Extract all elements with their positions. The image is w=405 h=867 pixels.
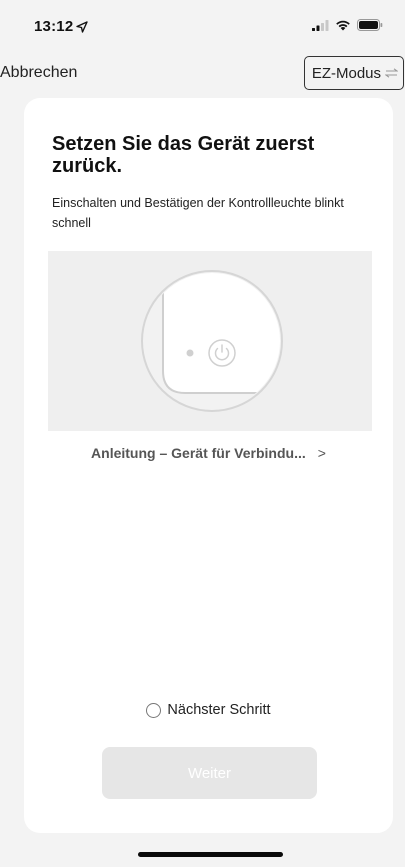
continue-button[interactable]: Weiter	[102, 747, 317, 799]
nav-bar: Abbrechen EZ-Modus	[0, 54, 405, 92]
status-time: 13:12	[34, 18, 89, 35]
next-step-label: Nächster Schritt	[167, 702, 271, 718]
location-arrow-icon	[76, 20, 89, 33]
battery-icon	[357, 19, 383, 31]
guide-link[interactable]: Anleitung – Gerät für Verbindu... >	[24, 445, 393, 461]
home-indicator	[138, 852, 283, 857]
status-indicators	[312, 19, 383, 31]
wifi-icon	[336, 20, 350, 31]
ez-mode-label: EZ-Modus	[311, 64, 381, 82]
cellular-signal-icon	[312, 19, 329, 31]
page-title: Setzen Sie das Gerät zuerst zurück.	[52, 133, 315, 177]
next-step-option[interactable]: Nächster Schritt	[24, 702, 393, 718]
next-step-radio[interactable]	[146, 702, 162, 718]
device-illustration	[48, 251, 372, 431]
ez-mode-button[interactable]: EZ-Modus	[303, 56, 404, 90]
cancel-button[interactable]: Abbrechen	[0, 64, 77, 82]
guide-link-label: Anleitung – Gerät für Verbindu...	[91, 445, 306, 461]
device-reset-graphic	[141, 270, 283, 412]
chevron-right-icon: >	[317, 445, 326, 461]
time-label: 13:12	[34, 18, 74, 35]
setup-card: Setzen Sie das Gerät zuerst zurück. Eins…	[24, 98, 393, 833]
status-bar: 13:12	[0, 0, 405, 50]
switch-arrows-icon	[385, 68, 398, 78]
instruction-text: Einschalten und Bestätigen der Kontrolll…	[52, 196, 344, 230]
